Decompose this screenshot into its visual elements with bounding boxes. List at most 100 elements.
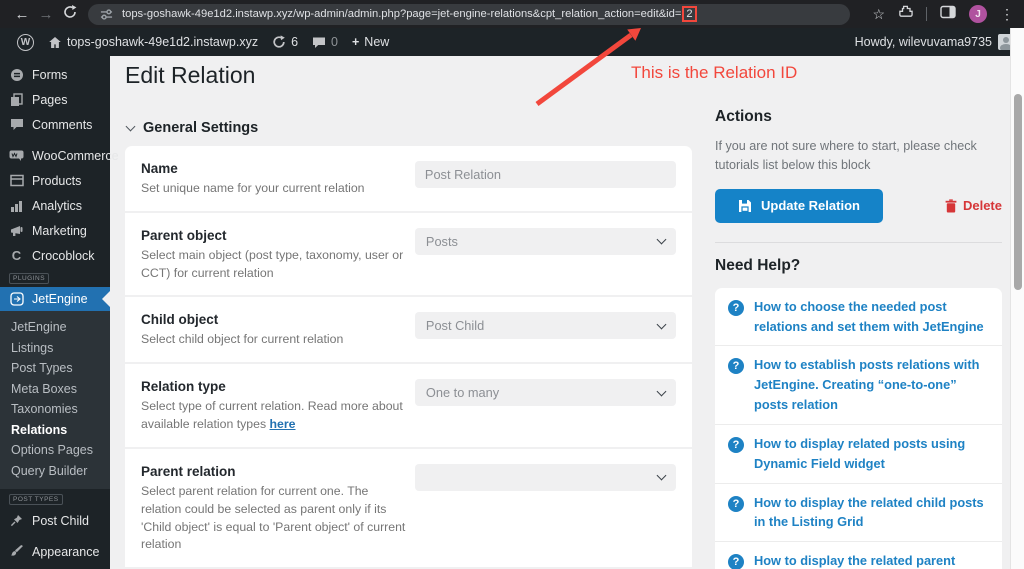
field-row-parent-relation: Parent relation Select parent relation f… <box>125 447 692 567</box>
relation-id-highlight: 2 <box>682 6 696 22</box>
comments-icon <box>312 36 326 49</box>
extensions-icon[interactable] <box>898 4 913 24</box>
parent-object-value: Posts <box>426 234 458 249</box>
sidebar-item-woocommerce[interactable]: WooCommerce <box>0 143 110 168</box>
sidebar-item-analytics[interactable]: Analytics <box>0 193 110 218</box>
pages-icon <box>9 93 24 107</box>
sidebar-item-comments[interactable]: Comments <box>0 112 110 137</box>
update-relation-button[interactable]: Update Relation <box>715 189 883 223</box>
site-name-menu[interactable]: tops-goshawk-49e1d2.instawp.xyz <box>41 35 265 49</box>
browser-actions: ☆ J ⋮ <box>872 4 1014 24</box>
parent-object-description: Select main object (post type, taxonomy,… <box>141 247 415 283</box>
question-icon: ? <box>728 554 744 569</box>
question-icon: ? <box>728 437 744 453</box>
child-object-value: Post Child <box>426 318 484 333</box>
browser-toolbar: ← → tops-goshawk-49e1d2.instawp.xyz/wp-a… <box>0 0 1024 28</box>
comments-menu[interactable]: 0 <box>305 35 345 49</box>
sidebar-item-post-child[interactable]: Post Child <box>0 508 110 533</box>
home-icon <box>48 36 62 49</box>
site-name: tops-goshawk-49e1d2.instawp.xyz <box>67 35 258 49</box>
reload-icon[interactable] <box>58 5 82 23</box>
name-description: Set unique name for your current relatio… <box>141 180 415 198</box>
sidebar-item-products[interactable]: Products <box>0 168 110 193</box>
question-icon: ? <box>728 300 744 316</box>
sidebar-item-marketing[interactable]: Marketing <box>0 218 110 243</box>
sidebar-item-forms[interactable]: Forms <box>0 62 110 87</box>
help-link-1[interactable]: ? How to choose the needed post relation… <box>715 288 1002 346</box>
parent-relation-select[interactable] <box>415 464 676 491</box>
sidebar-item-plugins[interactable]: Plugins 5 <box>0 564 110 569</box>
page-scrollbar[interactable] <box>1010 28 1024 569</box>
post-types-section-label: POST TYPES <box>9 494 63 505</box>
jetengine-submenu: JetEngine Listings Post Types Meta Boxes… <box>0 311 110 489</box>
site-info-icon[interactable] <box>100 8 113 21</box>
comments-count: 0 <box>331 35 338 49</box>
submenu-meta-boxes[interactable]: Meta Boxes <box>0 379 110 400</box>
delete-label: Delete <box>963 198 1002 213</box>
jetengine-icon <box>9 292 24 306</box>
parent-object-select[interactable]: Posts <box>415 228 676 255</box>
section-title: General Settings <box>143 120 258 136</box>
trash-icon <box>945 199 957 213</box>
submenu-query-builder[interactable]: Query Builder <box>0 461 110 482</box>
active-menu-notch <box>102 291 110 307</box>
new-label: New <box>364 35 389 49</box>
account-menu[interactable]: Howdy, wilevuvama9735 <box>855 34 1014 50</box>
question-icon: ? <box>728 496 744 512</box>
side-panel-icon[interactable] <box>940 5 956 24</box>
delete-button[interactable]: Delete <box>945 198 1002 213</box>
general-settings-toggle[interactable]: General Settings <box>127 120 258 136</box>
submenu-taxonomies[interactable]: Taxonomies <box>0 399 110 420</box>
help-link-label: How to establish posts relations with Je… <box>754 355 989 414</box>
back-icon[interactable]: ← <box>10 6 34 23</box>
crocoblock-icon: C <box>9 249 24 262</box>
save-icon <box>738 199 752 213</box>
updates-icon <box>272 35 286 49</box>
field-row-relation-type: Relation type Select type of current rel… <box>125 362 692 447</box>
pin-icon <box>9 514 24 527</box>
submenu-listings[interactable]: Listings <box>0 338 110 359</box>
sidebar-item-appearance[interactable]: Appearance <box>0 539 110 564</box>
help-link-label: How to display the related child posts i… <box>754 493 989 533</box>
child-object-select[interactable]: Post Child <box>415 312 676 339</box>
relation-type-select[interactable]: One to many <box>415 379 676 406</box>
submenu-options-pages[interactable]: Options Pages <box>0 440 110 461</box>
relation-type-value: One to many <box>426 385 499 400</box>
browser-menu-icon[interactable]: ⋮ <box>1000 6 1014 23</box>
new-content-menu[interactable]: + New <box>345 35 396 49</box>
help-link-2[interactable]: ? How to establish posts relations with … <box>715 345 1002 423</box>
wp-logo[interactable]: W <box>10 34 41 51</box>
submenu-jetengine[interactable]: JetEngine <box>0 317 110 338</box>
submenu-relations[interactable]: Relations <box>0 420 110 441</box>
help-link-4[interactable]: ? How to display the related child posts… <box>715 483 1002 542</box>
actions-hint: If you are not sure where to start, plea… <box>715 137 1002 175</box>
relation-type-label: Relation type <box>141 379 415 394</box>
sidebar-item-jetengine[interactable]: JetEngine <box>0 287 110 311</box>
name-input[interactable] <box>415 161 676 188</box>
help-link-3[interactable]: ? How to display related posts using Dyn… <box>715 424 1002 483</box>
plus-icon: + <box>352 35 359 49</box>
field-row-name: Name Set unique name for your current re… <box>125 146 692 211</box>
field-row-child-object: Child object Select child object for cur… <box>125 295 692 362</box>
relation-id-annotation: This is the Relation ID <box>631 63 797 83</box>
relation-type-description: Select type of current relation. Read mo… <box>141 398 415 434</box>
sidebar-item-pages[interactable]: Pages <box>0 87 110 112</box>
address-bar[interactable]: tops-goshawk-49e1d2.instawp.xyz/wp-admin… <box>88 4 850 25</box>
sidebar-item-crocoblock[interactable]: C Crocoblock <box>0 243 110 268</box>
forward-icon[interactable]: → <box>34 6 58 23</box>
help-link-5[interactable]: ? How to display the related parent post… <box>715 541 1002 569</box>
submenu-post-types[interactable]: Post Types <box>0 358 110 379</box>
updates-menu[interactable]: 6 <box>265 35 305 49</box>
woocommerce-icon <box>9 149 24 162</box>
page-title: Edit Relation <box>125 62 255 89</box>
scrollbar-thumb[interactable] <box>1014 94 1022 290</box>
browser-profile-avatar[interactable]: J <box>969 5 987 23</box>
relation-types-link[interactable]: here <box>270 417 296 431</box>
comment-icon <box>9 118 24 131</box>
products-icon <box>9 174 24 187</box>
question-icon: ? <box>728 358 744 374</box>
url-text: tops-goshawk-49e1d2.instawp.xyz/wp-admin… <box>122 6 697 22</box>
bookmark-star-icon[interactable]: ☆ <box>872 6 885 23</box>
name-label: Name <box>141 161 415 176</box>
analytics-icon <box>9 199 24 212</box>
